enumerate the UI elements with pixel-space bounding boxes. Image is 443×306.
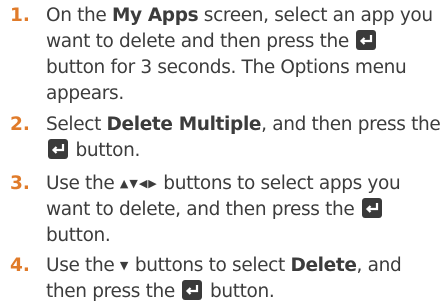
enter-button-icon [361,198,382,218]
step-number: 2. [10,114,30,135]
screen-name: My Apps [111,5,199,26]
step-text: On the My Apps screen, select an app you… [46,3,441,107]
step-text-segment: Use the [46,255,120,276]
menu-option-name: Delete Multiple [106,114,262,135]
step-text-segment: button. [70,140,141,161]
step-text-segment: button. [204,281,275,302]
option-name: Delete [290,255,357,276]
step-text-segment: buttons to select [129,255,291,276]
step-text-segment: Select [46,114,107,135]
instruction-steps: 1. On the My Apps screen, select an app … [0,0,443,306]
enter-button-icon [48,139,68,159]
step-text: Use the ▲▼◀▶ buttons to select apps you … [46,171,441,249]
down-arrow-icon: ▼ [129,177,139,190]
enter-button-icon [356,30,377,50]
step-text-segment: button. [46,225,111,246]
down-arrow-icon: ▼ [119,259,130,272]
step-text-segment: Use the [46,173,120,194]
up-arrow-icon: ▲ [119,177,130,190]
right-arrow-icon: ▶ [148,177,158,190]
step-number: 3. [10,173,30,194]
step-number: 4. [10,255,30,276]
step-text-segment: , and then press the [261,114,441,135]
step-text: Select Delete Multiple, and then press t… [46,112,441,164]
step-text: Use the ▼ buttons to select Delete, and … [46,253,441,305]
left-arrow-icon: ◀ [138,177,149,190]
step-text-segment: button for 3 seconds. The Options menu a… [46,57,407,104]
step-number: 1. [10,5,30,26]
enter-button-icon [182,280,203,300]
step-text-segment: On the [46,5,112,26]
